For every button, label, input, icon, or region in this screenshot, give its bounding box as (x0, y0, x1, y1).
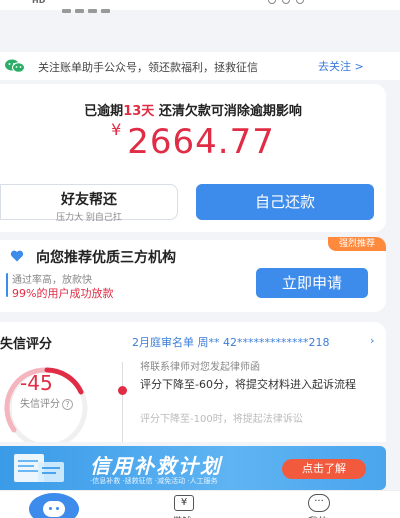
chevron-right-icon[interactable]: › (370, 334, 380, 347)
timeline-step-1: 将联系律师对您发起律师函 (140, 362, 260, 373)
overdue-prefix: 已逾期 (84, 104, 124, 119)
heart-icon (10, 250, 24, 262)
score-label-row: 失信评分? (20, 395, 73, 410)
currency-symbol: ¥ (111, 120, 122, 139)
credit-title: 失信评分 (0, 337, 53, 352)
self-repay-button[interactable]: 自己还款 (196, 184, 374, 220)
bottom-tab-bar: ¥ 借钱 ··· 我的 (0, 490, 400, 518)
recommend-card: 强烈推荐 向您推荐优质三方机构 通过率高，放款快 99%的用户成功放款 立即申请 (0, 237, 386, 312)
banner-sub: ·信息补救 ·拯救征信 ·减免活动 ·人工服务 (90, 477, 218, 485)
tab-home[interactable] (29, 493, 79, 518)
recommend-badge: 强烈推荐 (328, 237, 386, 251)
wechat-icon (5, 59, 25, 73)
credit-rescue-banner[interactable]: 信用补救计划 ·信息补救 ·拯救征信 ·减免活动 ·人工服务 点击了解 (0, 446, 386, 490)
help-icon[interactable]: ? (62, 399, 73, 410)
overdue-amount: ¥2664.77 (0, 120, 386, 162)
follow-account-bar[interactable]: 关注账单助手公众号，领还款福利，拯救征信 去关注 > (0, 52, 400, 80)
hd-indicator: HD (32, 0, 46, 5)
document-icon (14, 454, 64, 482)
court-notice-link[interactable]: 2月庭审名单 周** 42*************218 (132, 334, 329, 350)
score-value: -45 (20, 371, 53, 395)
signal-icons (62, 0, 122, 13)
tab-mine-label[interactable]: 我的 (308, 513, 328, 518)
friend-repay-button[interactable]: 好友帮还 压力大 别自己扛 (0, 184, 178, 223)
banner-title: 信用补救计划 (90, 454, 222, 478)
tab-borrow-label[interactable]: 借钱 (172, 513, 192, 518)
friend-repay-sub: 压力大 别自己扛 (56, 213, 122, 223)
learn-more-button[interactable]: 点击了解 (282, 459, 366, 479)
chat-icon[interactable]: ··· (308, 494, 330, 512)
timeline-step-2: 评分下降至-60分，将提交材料进入起诉流程 (140, 378, 356, 391)
yen-icon[interactable]: ¥ (174, 495, 194, 511)
timeline-dot (118, 386, 127, 395)
recommend-title: 向您推荐优质三方机构 (36, 250, 176, 266)
status-circle-icon (268, 0, 276, 4)
notification-icon (296, 0, 304, 4)
timeline-line (122, 362, 123, 442)
accent-bar (6, 273, 8, 297)
status-bar: HD (0, 0, 400, 13)
alarm-icon (282, 0, 290, 4)
overdue-suffix: 还清欠款可消除逾期影响 (158, 104, 302, 119)
recommend-highlight: 99%的用户成功放款 (12, 287, 114, 300)
overdue-title: 已逾期13天 还清欠款可消除逾期影响 (0, 100, 386, 119)
credit-score-card: 失信评分 2月庭审名单 周** 42*************218 › -45… (0, 322, 386, 442)
friend-repay-label: 好友帮还 (61, 192, 117, 208)
overdue-days: 13天 (123, 104, 155, 119)
follow-link[interactable]: 去关注 > (318, 58, 364, 74)
score-label: 失信评分 (20, 399, 60, 410)
home-face-icon (43, 501, 65, 517)
recommend-sub: 通过率高，放款快 (12, 275, 92, 286)
timeline-step-3: 评分下降至-100时，将提起法律诉讼 (140, 414, 303, 425)
amount-value: 2664.77 (127, 122, 275, 162)
follow-text: 关注账单助手公众号，领还款福利，拯救征信 (38, 61, 258, 74)
apply-now-button[interactable]: 立即申请 (256, 268, 368, 298)
